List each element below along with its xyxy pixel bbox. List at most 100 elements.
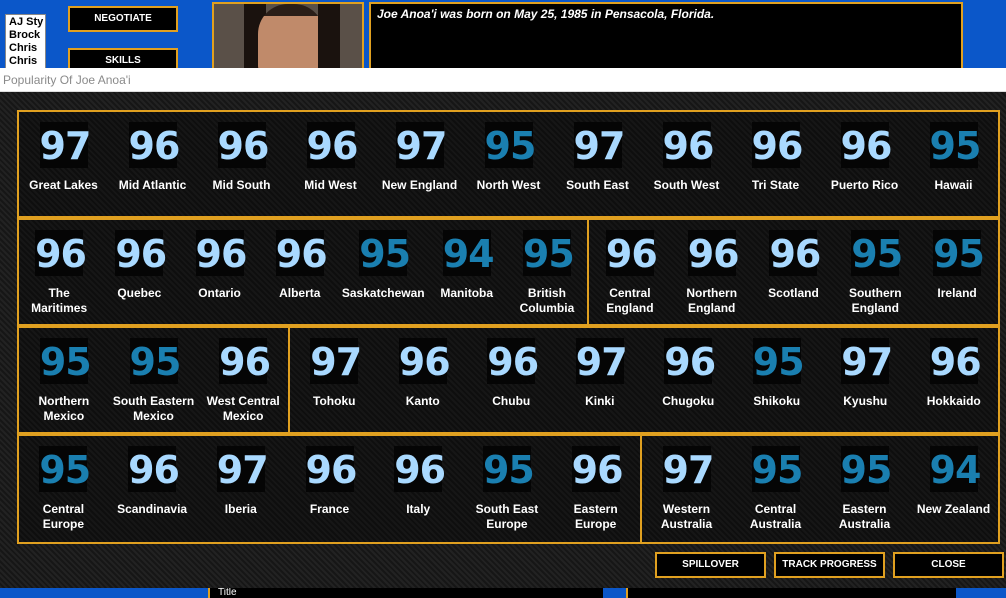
region-label: Central England [606,286,654,315]
region-cell: 97 Western Australia [642,436,731,542]
popularity-value: 95 [840,446,892,492]
popularity-value: 97 [573,122,625,168]
region-label: Mid West [304,178,357,192]
region-label: Scandinavia [117,502,188,516]
roster-item[interactable]: Brock [9,29,42,42]
region-cell: 95 Northern Mexico [19,328,109,432]
region-cell: 96 Scotland [753,220,835,324]
region-label: West Central Mexico [206,394,280,423]
popularity-value: 95 [752,338,805,384]
popularity-value: 97 [395,122,447,168]
popularity-value: 96 [217,122,269,168]
popularity-value: 95 [929,122,981,168]
popularity-value: 95 [39,338,92,384]
popularity-value: 95 [851,230,903,276]
region-label: Iberia [224,502,257,516]
popularity-value: 97 [39,122,91,168]
popularity-value: 96 [571,446,624,492]
popularity-value: 96 [605,230,658,276]
region-label: South East Europe [475,502,539,531]
popularity-value: 95 [482,446,535,492]
region-label: Central Australia [749,502,802,531]
region-row: 95 Central Europe 96 Scandinavia 97 Iberia 96 F… [17,434,1000,544]
region-label: Scotland [768,286,819,300]
popularity-value: 96 [769,230,821,276]
popularity-value: 97 [575,338,628,384]
region-cell: 96 Scandinavia [108,436,197,542]
region-label: Hawaii [934,178,973,192]
popularity-value: 96 [751,122,803,168]
popularity-value: 96 [305,446,357,492]
background-bottom-panel: Title [208,588,603,598]
region-cell: 96 Mid Atlantic [108,112,197,216]
popularity-value: 97 [216,446,269,492]
region-cell: 94 Manitoba [427,220,507,324]
region-cell: 96 Puerto Rico [820,112,909,216]
popularity-value: 96 [195,230,247,276]
region-cell: 97 Iberia [196,436,285,542]
popularity-value: 95 [484,122,536,168]
region-label: South East [566,178,629,192]
region-label: Ireland [937,286,977,300]
region-cell: 95 Saskatchewan [340,220,427,324]
region-label: The Maritimes [31,286,88,315]
region-label: Great Lakes [29,178,98,192]
region-cell: 96 Kanto [379,328,468,432]
region-row: 96 The Maritimes 96 Quebec 96 Ontario 96 Albert… [17,218,1000,326]
popularity-value: 96 [128,446,180,492]
roster-item[interactable]: Chris [9,55,42,68]
popularity-value: 96 [219,338,271,384]
region-cell: 97 Great Lakes [19,112,108,216]
popularity-value: 96 [394,446,446,492]
region-label: Shikoku [753,394,801,408]
popularity-value: 96 [929,338,982,384]
region-cell: 95 Central Europe [19,436,108,542]
region-cell: 96 France [285,436,374,542]
popularity-value: 96 [115,230,167,276]
region-cell: 96 Italy [374,436,463,542]
region-cell: 95 Ireland [916,220,998,324]
region-group: 95 Central Europe 96 Scandinavia 97 Iberia 96 F… [17,434,641,544]
region-cell: 95 South Eastern Mexico [109,328,199,432]
region-cell: 95 Shikoku [733,328,822,432]
roster-item[interactable]: AJ Sty [9,16,43,29]
region-cell: 96 South West [642,112,731,216]
region-label: Eastern Europe [573,502,618,531]
popularity-value: 97 [662,446,714,492]
region-group: 97 Western Australia 95 Central Australia 95… [641,434,1000,544]
region-group: 97 Great Lakes 96 Mid Atlantic 96 Mid South 96… [17,110,1000,218]
region-label: Saskatchewan [341,286,425,300]
region-cell: 95 British Columbia [507,220,587,324]
popularity-value: 96 [840,122,892,168]
biography-text: Joe Anoa'i was born on May 25, 1985 in P… [369,2,963,70]
popularity-value: 96 [664,338,716,384]
popularity-value: 95 [129,338,181,384]
popularity-value: 96 [35,230,87,276]
negotiate-button[interactable]: NEGOTIATE [68,6,178,32]
popularity-value: 95 [39,446,91,492]
close-button[interactable]: CLOSE [893,552,1004,578]
region-cell: 96 Central England [589,220,671,324]
roster-item[interactable]: Chris [9,42,42,55]
spillover-button[interactable]: SPILLOVER [655,552,766,578]
track-progress-button[interactable]: TRACK PROGRESS [774,552,885,578]
popularity-value: 96 [398,338,451,384]
popularity-value: 97 [841,338,893,384]
region-label: Eastern Australia [838,502,891,531]
region-group: 96 Central England 96 Northern England 96 Sco… [588,218,1000,326]
region-label: Hokkaido [926,394,981,408]
region-cell: 94 New Zealand [909,436,998,542]
region-label: Manitoba [440,286,494,300]
roster-list[interactable]: AJ Sty Brock Chris Chris [5,14,46,70]
region-label: New England [381,178,458,192]
background-right-panel [965,0,1006,70]
photo-face [258,4,324,68]
region-cell: 95 Southern England [834,220,916,324]
background-bottom-panel-right [626,588,956,598]
region-cell: 96 The Maritimes [19,220,99,324]
region-label: Northern England [686,286,738,315]
region-label: France [309,502,350,516]
region-label: South Eastern Mexico [112,394,195,423]
region-label: Italy [406,502,431,516]
region-label: Kanto [405,394,440,408]
